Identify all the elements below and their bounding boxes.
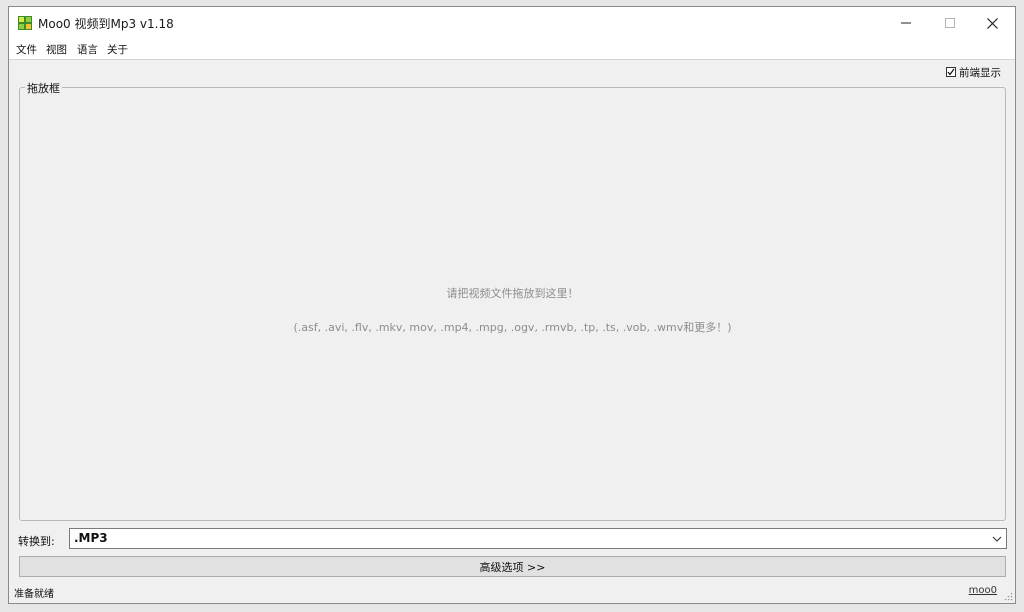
checkmark-icon (947, 68, 955, 76)
resize-grip-icon[interactable] (1003, 591, 1013, 601)
convert-to-label: 转换到: (18, 535, 55, 548)
maximize-button[interactable] (929, 7, 971, 39)
moo0-link[interactable]: moo0 (969, 585, 997, 596)
drop-area-legend: 拖放框 (25, 80, 62, 96)
title-bar[interactable]: Moo0 视频到Mp3 v1.18 (9, 7, 1015, 39)
drop-area[interactable]: 拖放框 请把视频文件拖放到这里！ (.asf, .avi, .flv, .mkv… (19, 80, 1006, 521)
maximize-icon (945, 18, 955, 28)
window-title: Moo0 视频到Mp3 v1.18 (38, 17, 174, 31)
menu-file[interactable]: 文件 (16, 42, 37, 57)
output-format-select[interactable]: .MP3 (69, 528, 1007, 549)
menu-about[interactable]: 关于 (107, 42, 128, 57)
close-icon (986, 17, 998, 29)
app-window: Moo0 视频到Mp3 v1.18 文件 视图 语言 关于 前端显示 拖放框 请… (8, 6, 1016, 604)
supported-formats: (.asf, .avi, .flv, .mkv, mov, .mp4, .mpg… (293, 321, 732, 334)
status-text: 准备就绪 (14, 589, 54, 600)
menu-bar: 文件 视图 语言 关于 (9, 39, 1015, 60)
output-format-value: .MP3 (74, 531, 108, 545)
advanced-options-button[interactable]: 高级选项 >> (19, 556, 1006, 577)
minimize-button[interactable] (885, 7, 927, 39)
chevron-down-icon (992, 536, 1002, 542)
menu-view[interactable]: 视图 (46, 42, 67, 57)
checkbox-box[interactable] (946, 67, 956, 77)
close-button[interactable] (971, 7, 1013, 39)
moo0-app-icon (18, 16, 32, 30)
drop-instruction: 请把视频文件拖放到这里！ (446, 287, 579, 300)
minimize-icon (901, 22, 911, 24)
menu-language[interactable]: 语言 (77, 42, 98, 57)
always-on-top-checkbox[interactable]: 前端显示 (946, 65, 1001, 79)
always-on-top-label: 前端显示 (959, 66, 1001, 79)
